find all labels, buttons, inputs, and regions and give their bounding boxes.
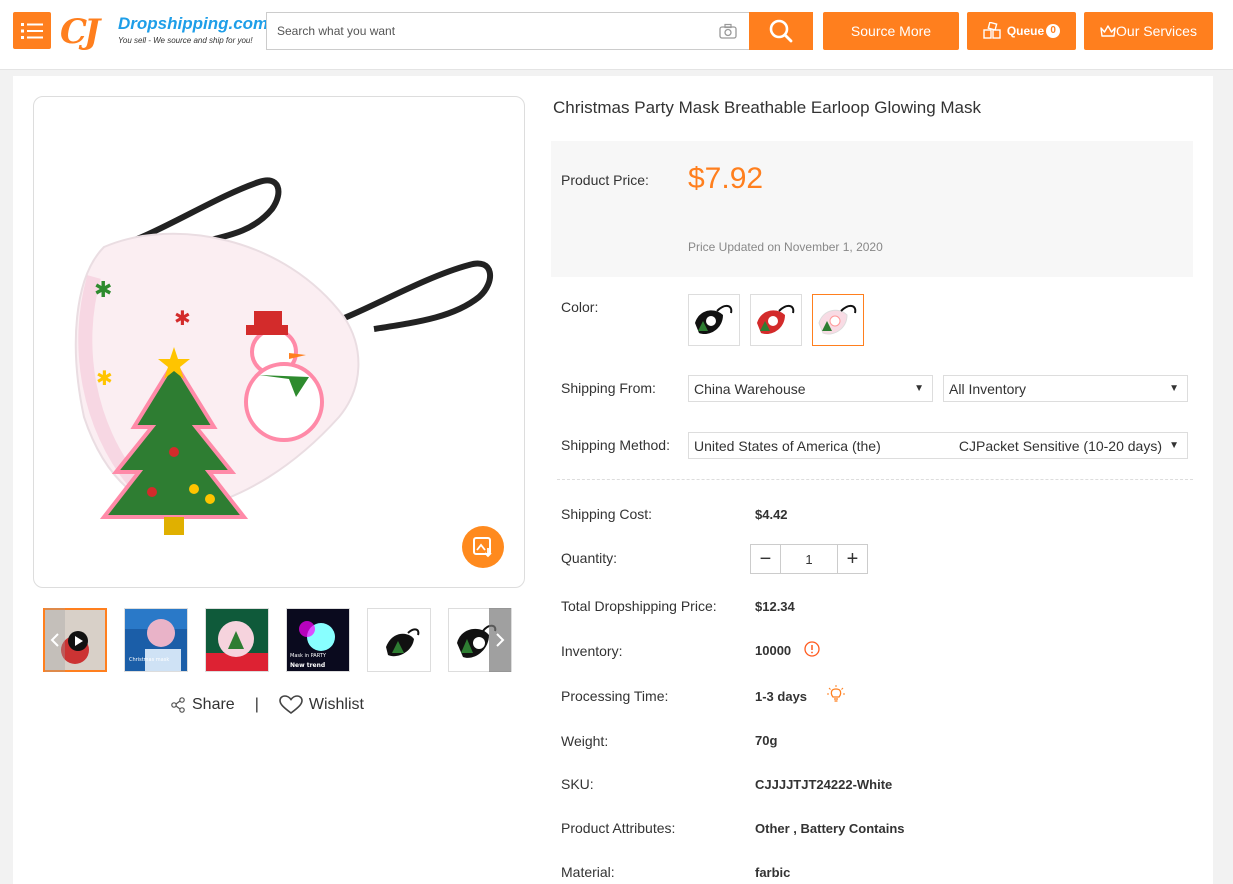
alert-icon[interactable]: [804, 641, 820, 662]
shipping-country: United States of America (the): [694, 437, 881, 454]
thumbnail-5[interactable]: [367, 608, 431, 672]
divider: [557, 479, 1193, 480]
share-icon: [171, 697, 185, 713]
thumbnail-3[interactable]: [205, 608, 269, 672]
chevron-right-icon: [496, 633, 505, 647]
logo-cj: CJ: [60, 12, 100, 52]
sku-label: SKU:: [561, 776, 594, 792]
mask-image: ✱ ✱ ✱: [74, 177, 494, 535]
camera-icon[interactable]: [719, 23, 737, 44]
search-button[interactable]: [749, 12, 813, 50]
product-price: $7.92: [688, 162, 764, 195]
price-updated: Price Updated on November 1, 2020: [688, 240, 883, 254]
thumbnail-4-text-1: Mask in PARTY: [290, 653, 327, 659]
product-title: Christmas Party Mask Breathable Earloop …: [553, 98, 981, 117]
sku-value: CJJJJTJT24222-White: [755, 777, 893, 792]
queue-count-badge: 0: [1046, 24, 1061, 38]
quantity-increase-button[interactable]: +: [838, 545, 867, 573]
chevron-left-icon: [50, 633, 59, 647]
caret-down-icon: ▼: [1169, 383, 1179, 394]
logo[interactable]: CJ Dropshipping.com You sell - We source…: [60, 10, 268, 52]
color-label: Color:: [561, 299, 599, 315]
svg-text:✱: ✱: [174, 306, 191, 330]
total-price-label: Total Dropshipping Price:: [561, 598, 717, 614]
source-more-button[interactable]: Source More: [823, 12, 959, 50]
thumbnail-2[interactable]: Christmas mask: [124, 608, 188, 672]
share-separator: |: [254, 696, 259, 713]
search-icon: [769, 19, 793, 43]
shipping-cost-value: $4.42: [755, 507, 788, 522]
wishlist-button[interactable]: Wishlist: [279, 695, 364, 715]
download-image-icon: [473, 537, 492, 558]
shipping-from-value: China Warehouse: [694, 380, 806, 397]
price-box: Product Price: $7.92 Price Updated on No…: [551, 141, 1193, 277]
logo-tagline: You sell - We source and ship for you!: [118, 36, 253, 45]
top-header: CJ Dropshipping.com You sell - We source…: [0, 0, 1233, 70]
share-wishlist-row: Share | Wishlist: [170, 694, 364, 716]
share-button[interactable]: Share: [170, 696, 235, 714]
list-menu-icon: [21, 22, 43, 39]
search-input[interactable]: [267, 13, 707, 49]
crown-icon: [1100, 25, 1116, 37]
thumbnail-2-text: Christmas mask: [129, 657, 169, 663]
our-services-button[interactable]: Our Services: [1084, 12, 1213, 50]
share-label: Share: [192, 696, 235, 713]
search-box: [266, 12, 749, 50]
white-mask-swatch: [818, 305, 857, 335]
main-product-image[interactable]: ✱ ✱ ✱: [33, 96, 525, 588]
heart-icon: [279, 695, 303, 715]
shipping-from-select[interactable]: China Warehouse ▼: [688, 375, 933, 402]
inventory-label: Inventory:: [561, 643, 623, 659]
download-image-button[interactable]: [462, 526, 504, 568]
red-mask-swatch: [757, 305, 795, 335]
shipping-cost-label: Shipping Cost:: [561, 506, 653, 522]
product-attributes-value: Other , Battery Contains: [755, 821, 905, 836]
shipping-carrier: CJPacket Sensitive (10-20 days): [958, 437, 1162, 454]
queue-button[interactable]: Queue 0: [967, 12, 1076, 50]
material-label: Material:: [561, 864, 615, 880]
color-swatch-red[interactable]: [750, 294, 802, 346]
price-label: Product Price:: [561, 172, 649, 188]
queue-icon: [983, 22, 1001, 39]
shipping-method-label: Shipping Method:: [561, 437, 670, 453]
thumbnail-4[interactable]: Mask in PARTY New trend: [286, 608, 350, 672]
quantity-input[interactable]: 1: [780, 545, 838, 573]
quantity-label: Quantity:: [561, 550, 618, 566]
caret-down-icon: ▼: [914, 383, 924, 394]
logo-name: Dropshipping.com: [118, 14, 269, 33]
processing-time-label: Processing Time:: [561, 688, 669, 704]
menu-button[interactable]: [13, 12, 51, 49]
material-value: farbic: [755, 865, 791, 880]
inventory-filter-value: All Inventory: [949, 380, 1027, 397]
lightbulb-icon[interactable]: [826, 684, 846, 709]
inventory-filter-select[interactable]: All Inventory ▼: [943, 375, 1188, 402]
processing-time-value: 1-3 days: [755, 689, 808, 704]
wishlist-label: Wishlist: [308, 696, 364, 713]
product-attributes-label: Product Attributes:: [561, 820, 676, 836]
quantity-stepper: − 1 +: [750, 544, 868, 574]
shipping-method-select[interactable]: United States of America (the) CJPacket …: [688, 432, 1188, 459]
shipping-from-label: Shipping From:: [561, 380, 656, 396]
color-swatch-black[interactable]: [688, 294, 740, 346]
color-swatch-white[interactable]: [812, 294, 864, 346]
source-more-label: Source More: [850, 23, 932, 39]
total-price-value: $12.34: [755, 599, 795, 614]
inventory-value: 10000: [755, 643, 792, 658]
thumbnail-next-arrow[interactable]: [489, 608, 511, 672]
caret-down-icon: ▼: [1169, 440, 1179, 451]
queue-label: Queue: [1006, 24, 1045, 38]
svg-text:✱: ✱: [96, 366, 113, 390]
weight-value: 70g: [755, 733, 778, 748]
thumbnail-prev-arrow[interactable]: [45, 608, 65, 672]
weight-label: Weight:: [561, 733, 609, 749]
quantity-decrease-button[interactable]: −: [751, 545, 780, 573]
thumbnail-4-text-2: New trend: [290, 662, 325, 669]
svg-text:✱: ✱: [94, 278, 112, 303]
our-services-label: Our Services: [1116, 23, 1197, 39]
black-mask-swatch: [695, 305, 733, 335]
